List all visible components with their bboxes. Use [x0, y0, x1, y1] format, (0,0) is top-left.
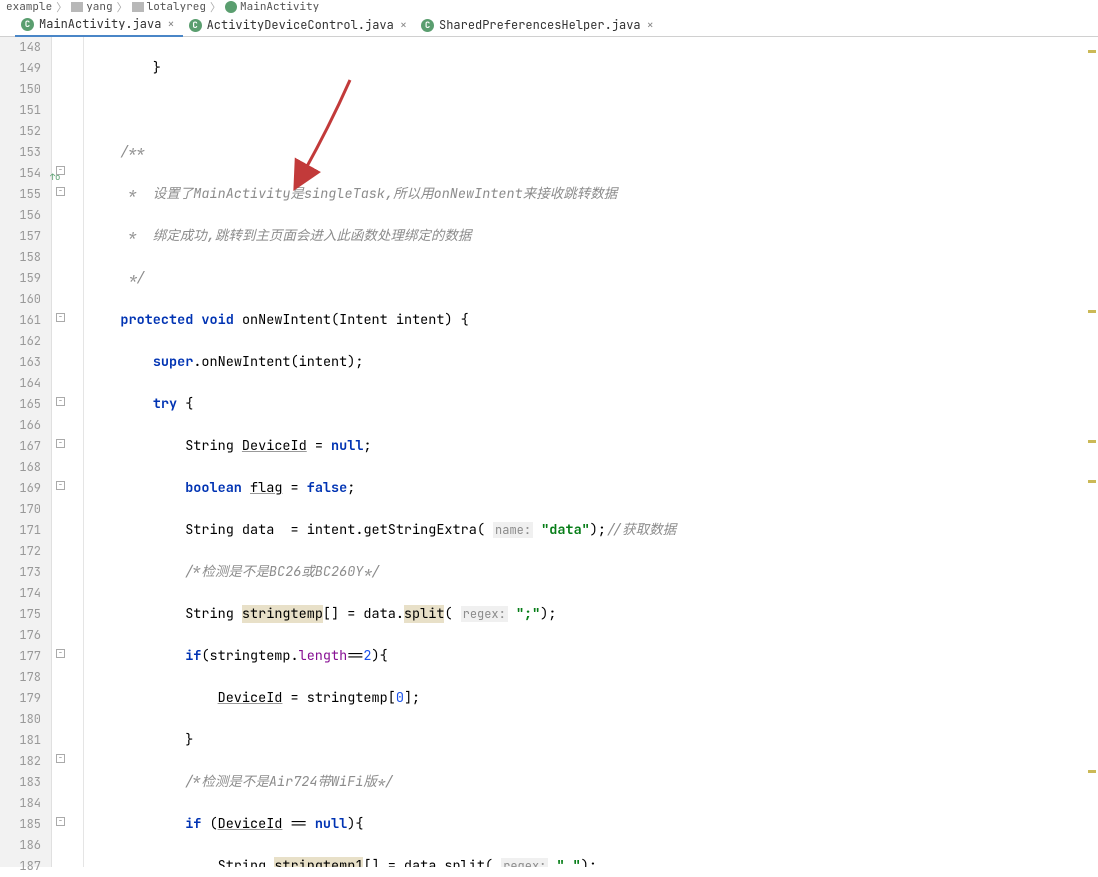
code-line[interactable]: super.onNewIntent(intent); — [88, 352, 1098, 373]
line-number[interactable]: 170 — [0, 499, 41, 520]
editor-tabs: C MainActivity.java × C ActivityDeviceCo… — [0, 14, 1098, 37]
line-number[interactable]: 177 — [0, 646, 41, 667]
line-number[interactable]: 165 — [0, 394, 41, 415]
fold-marker[interactable]: − — [56, 187, 65, 196]
fold-marker[interactable]: − — [56, 439, 65, 448]
scroll-marker — [1088, 50, 1096, 53]
fold-marker[interactable]: − — [56, 397, 65, 406]
fold-marker[interactable]: − — [56, 817, 65, 826]
tab-label: ActivityDeviceControl.java — [207, 17, 394, 33]
scroll-marker — [1088, 770, 1096, 773]
code-line[interactable]: /** — [88, 142, 1098, 163]
line-number[interactable]: 180 — [0, 709, 41, 730]
code-line[interactable]: * 设置了MainActivity是singleTask,所以用onNewInt… — [88, 184, 1098, 205]
fold-marker[interactable]: − — [56, 313, 65, 322]
folder-icon — [132, 2, 144, 12]
crumb-lotalyreg[interactable]: lotalyreg — [147, 0, 206, 14]
crumb-sep: 〉 — [210, 0, 221, 15]
code-line[interactable]: protected void onNewIntent(Intent intent… — [88, 310, 1098, 331]
line-number[interactable]: 167 — [0, 436, 41, 457]
tab-mainactivity[interactable]: C MainActivity.java × — [15, 13, 183, 37]
line-number[interactable]: 182 — [0, 751, 41, 772]
line-number[interactable]: 158 — [0, 247, 41, 268]
line-number[interactable]: 174 — [0, 583, 41, 604]
line-number[interactable]: 184 — [0, 793, 41, 814]
tab-label: MainActivity.java — [39, 16, 161, 32]
line-number[interactable]: 155 — [0, 184, 41, 205]
code-line[interactable]: } — [88, 58, 1098, 79]
folder-icon — [71, 2, 83, 12]
line-number[interactable]: 159 — [0, 268, 41, 289]
code-line[interactable]: if (DeviceId == null){ — [88, 814, 1098, 835]
line-number[interactable]: 154 — [0, 163, 41, 184]
crumb-mainactivity[interactable]: MainActivity — [240, 0, 319, 14]
fold-marker[interactable]: − — [56, 166, 65, 175]
code-line[interactable]: /*检测是不是BC26或BC260Y*/ — [88, 562, 1098, 583]
line-number[interactable]: 185 — [0, 814, 41, 835]
line-number[interactable]: 166 — [0, 415, 41, 436]
close-icon[interactable]: × — [167, 16, 174, 32]
line-number[interactable]: 171 — [0, 520, 41, 541]
scroll-marker — [1088, 310, 1096, 313]
code-line[interactable]: */ — [88, 268, 1098, 289]
line-number[interactable]: 152 — [0, 121, 41, 142]
line-number[interactable]: 151 — [0, 100, 41, 121]
tab-activitydevicecontrol[interactable]: C ActivityDeviceControl.java × — [183, 14, 415, 36]
java-class-icon: C — [21, 18, 34, 31]
fold-marker[interactable]: − — [56, 754, 65, 763]
line-number[interactable]: 169 — [0, 478, 41, 499]
java-class-icon: C — [421, 19, 434, 32]
line-number[interactable]: 168 — [0, 457, 41, 478]
code-editor[interactable]: 1481491501511521531541551561571581591601… — [0, 37, 1098, 867]
code-line[interactable]: try { — [88, 394, 1098, 415]
line-number[interactable]: 161 — [0, 310, 41, 331]
line-number[interactable]: 176 — [0, 625, 41, 646]
line-number[interactable]: 148 — [0, 37, 41, 58]
code-line[interactable]: if(stringtemp.length==2){ — [88, 646, 1098, 667]
line-gutter: 1481491501511521531541551561571581591601… — [0, 37, 52, 867]
code-area[interactable]: } /** * 设置了MainActivity是singleTask,所以用on… — [84, 37, 1098, 867]
line-number[interactable]: 164 — [0, 373, 41, 394]
fold-marker[interactable]: − — [56, 481, 65, 490]
line-number[interactable]: 178 — [0, 667, 41, 688]
line-number[interactable]: 163 — [0, 352, 41, 373]
code-line[interactable]: /*检测是不是Air724带WiFi版*/ — [88, 772, 1098, 793]
line-number[interactable]: 186 — [0, 835, 41, 856]
close-icon[interactable]: × — [400, 17, 407, 33]
fold-column: − − − − − − − − − — [52, 37, 84, 867]
code-line[interactable]: String stringtemp1[] = data.split( regex… — [88, 856, 1098, 867]
line-number[interactable]: 162 — [0, 331, 41, 352]
line-number[interactable]: 153 — [0, 142, 41, 163]
code-line[interactable]: boolean flag = false; — [88, 478, 1098, 499]
line-number[interactable]: 160 — [0, 289, 41, 310]
code-line[interactable]: String data = intent.getStringExtra( nam… — [88, 520, 1098, 541]
line-number[interactable]: 179 — [0, 688, 41, 709]
tab-sharedpreferenceshelper[interactable]: C SharedPreferencesHelper.java × — [415, 14, 662, 36]
scroll-marker — [1088, 440, 1096, 443]
code-line[interactable] — [88, 100, 1098, 121]
code-line[interactable]: * 绑定成功,跳转到主页面会进入此函数处理绑定的数据 — [88, 226, 1098, 247]
code-line[interactable]: DeviceId = stringtemp[0]; — [88, 688, 1098, 709]
line-number[interactable]: 157 — [0, 226, 41, 247]
fold-marker[interactable]: − — [56, 649, 65, 658]
close-icon[interactable]: × — [647, 17, 654, 33]
tab-label: SharedPreferencesHelper.java — [439, 17, 641, 33]
line-number[interactable]: 181 — [0, 730, 41, 751]
class-icon — [225, 1, 237, 13]
java-class-icon: C — [189, 19, 202, 32]
line-number[interactable]: 149 — [0, 58, 41, 79]
line-number[interactable]: 173 — [0, 562, 41, 583]
scroll-marker — [1088, 480, 1096, 483]
breadcrumb: example 〉 yang 〉 lotalyreg 〉 MainActivit… — [0, 0, 1098, 14]
line-number[interactable]: 175 — [0, 604, 41, 625]
crumb-example[interactable]: example — [6, 0, 52, 14]
code-line[interactable]: String stringtemp[] = data.split( regex:… — [88, 604, 1098, 625]
crumb-yang[interactable]: yang — [86, 0, 112, 14]
code-line[interactable]: String DeviceId = null; — [88, 436, 1098, 457]
line-number[interactable]: 156 — [0, 205, 41, 226]
line-number[interactable]: 150 — [0, 79, 41, 100]
line-number[interactable]: 183 — [0, 772, 41, 793]
code-line[interactable]: } — [88, 730, 1098, 751]
line-number[interactable]: 172 — [0, 541, 41, 562]
